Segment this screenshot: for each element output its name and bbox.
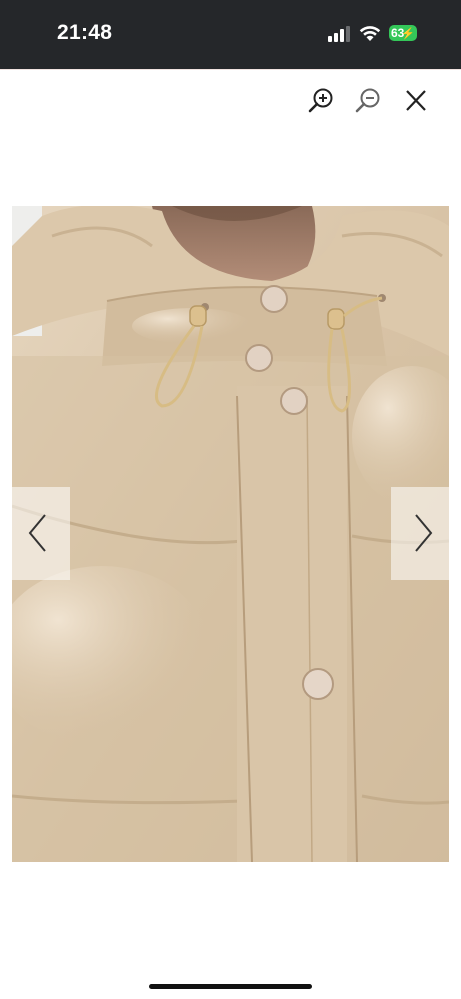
zoom-in-button[interactable] [306, 86, 336, 116]
chevron-right-icon [415, 514, 433, 552]
jacket-photo [12, 206, 449, 862]
wifi-icon [359, 26, 381, 41]
zoom-out-button[interactable] [353, 86, 383, 116]
zoom-out-icon [355, 88, 380, 113]
close-button[interactable] [401, 86, 431, 116]
home-indicator[interactable] [149, 984, 312, 989]
status-bar: 21:48 63 ⚡ [0, 0, 461, 69]
status-time: 21:48 [57, 21, 113, 44]
close-icon [406, 90, 426, 111]
previous-image-button[interactable] [12, 487, 70, 580]
charging-bolt-icon: ⚡ [401, 28, 415, 40]
signal-icon [328, 26, 350, 42]
product-image[interactable] [12, 206, 449, 862]
battery-icon: 63 ⚡ [389, 25, 417, 41]
chevron-left-icon [28, 514, 46, 552]
zoom-in-icon [308, 88, 333, 113]
next-image-button[interactable] [391, 487, 449, 580]
divider [0, 69, 461, 70]
